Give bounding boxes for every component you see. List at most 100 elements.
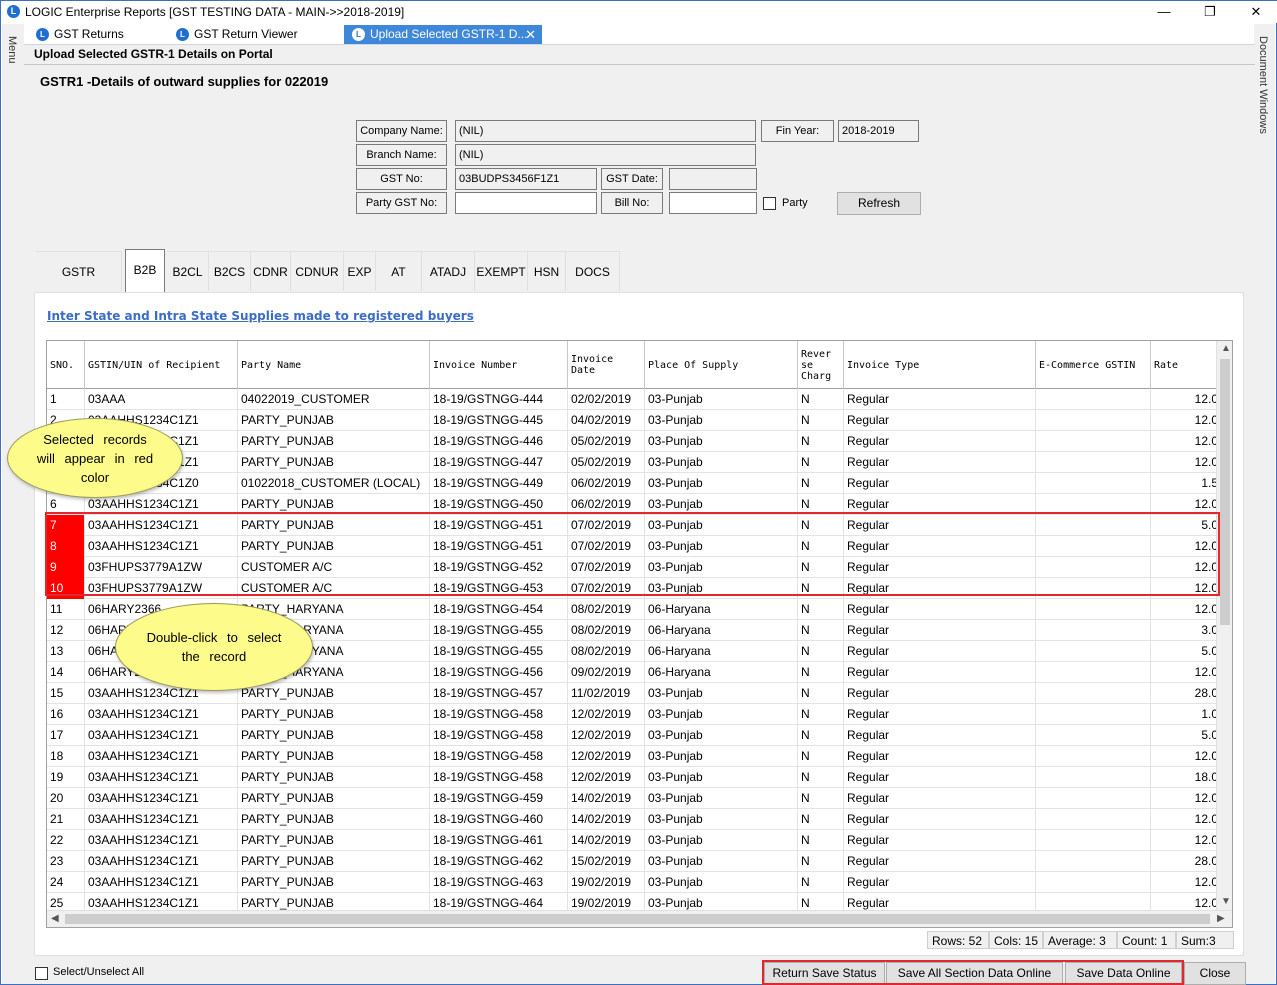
table-cell[interactable]: N [798,452,844,473]
table-cell[interactable]: PARTY_PUNJAB [238,872,430,893]
table-cell[interactable]: 12.0 [1151,746,1221,767]
tab-cdnur[interactable]: CDNUR [291,251,344,291]
table-cell[interactable]: 18-19/GSTNGG-458 [430,746,568,767]
table-cell[interactable]: 13 [47,641,85,662]
table-cell[interactable]: 06-Haryana [645,641,798,662]
table-cell[interactable]: 03-Punjab [645,809,798,830]
table-cell[interactable]: Regular [844,851,1036,872]
table-cell[interactable]: 01022018_CUSTOMER (LOCAL) [238,473,430,494]
document-windows-sidebar[interactable]: Document Windows [1253,24,1275,984]
vertical-scroll-thumb[interactable] [1220,359,1230,625]
table-cell[interactable]: 16 [47,704,85,725]
table-cell[interactable]: 03-Punjab [645,830,798,851]
table-cell[interactable]: N [798,788,844,809]
table-cell[interactable]: Regular [844,788,1036,809]
table-cell[interactable]: 03-Punjab [645,704,798,725]
table-cell[interactable] [1036,410,1151,431]
table-cell[interactable]: 03-Punjab [645,683,798,704]
table-cell[interactable]: 03-Punjab [645,746,798,767]
table-cell[interactable]: 03-Punjab [645,767,798,788]
table-cell[interactable]: 28.0 [1151,851,1221,872]
table-cell[interactable]: 04022019_CUSTOMER [238,389,430,410]
table-cell[interactable] [1036,599,1151,620]
table-cell[interactable]: PARTY_PUNJAB [238,452,430,473]
table-cell[interactable]: Regular [844,809,1036,830]
table-cell[interactable]: 18.0 [1151,767,1221,788]
party-checkbox[interactable] [763,197,776,210]
column-header[interactable]: Invoice Type [844,341,1036,389]
column-header[interactable]: Rate [1151,341,1221,389]
table-row[interactable]: 303AAHHS1234C1Z1PARTY_PUNJAB18-19/GSTNGG… [47,431,1221,452]
table-row[interactable]: 2 03AAHHS1234C1Z1 PARTY_PUNJAB 18-19/GSTNGG… [47,410,1221,431]
column-header[interactable]: SNO. [47,341,85,389]
table-cell[interactable]: 03-Punjab [645,788,798,809]
table-cell[interactable] [1036,788,1151,809]
table-cell[interactable]: 18-19/GSTNGG-455 [430,641,568,662]
restore-button[interactable]: ❐ [1195,2,1225,22]
table-cell[interactable]: 08/02/2019 [568,599,645,620]
table-cell[interactable]: 12/02/2019 [568,746,645,767]
table-cell[interactable]: Regular [844,683,1036,704]
table-cell[interactable]: 5.0 [1151,725,1221,746]
table-cell[interactable]: 15 [47,683,85,704]
tab-b2b[interactable]: B2B [125,249,165,292]
table-cell[interactable]: 03AAHHS1234C1Z1 [85,788,238,809]
table-cell[interactable]: 12.0 [1151,788,1221,809]
table-cell[interactable]: 03-Punjab [645,431,798,452]
table-cell[interactable]: 12.0 [1151,389,1221,410]
vertical-scrollbar[interactable]: ▲ ▼ [1216,341,1232,911]
table-cell[interactable] [1036,473,1151,494]
column-header[interactable]: GSTIN/UIN of Recipient [85,341,238,389]
table-cell[interactable] [1036,746,1151,767]
table-cell[interactable]: 12.0 [1151,452,1221,473]
table-row[interactable]: 19 03AAHHS1234C1Z1 PARTY_PUNJAB 18-19/GSTNG… [47,767,1221,788]
table-cell[interactable]: N [798,830,844,851]
table-cell[interactable]: 03AAHHS1234C1Z1 [85,872,238,893]
table-cell[interactable]: Regular [844,746,1036,767]
table-cell[interactable]: 19 [47,767,85,788]
table-cell[interactable]: 19/02/2019 [568,872,645,893]
table-cell[interactable]: 18-19/GSTNGG-449 [430,473,568,494]
table-cell[interactable]: 02/02/2019 [568,389,645,410]
tab-at[interactable]: AT [376,251,422,291]
table-cell[interactable]: 1.5 [1151,473,1221,494]
table-cell[interactable]: 03AAHHS1234C1Z1 [85,851,238,872]
table-cell[interactable]: N [798,641,844,662]
table-cell[interactable] [1036,851,1151,872]
horizontal-scroll-thumb[interactable] [65,914,1210,924]
table-cell[interactable]: Regular [844,431,1036,452]
table-cell[interactable]: 03-Punjab [645,725,798,746]
column-header[interactable]: Invoice Date [568,341,645,389]
table-cell[interactable]: N [798,389,844,410]
table-cell[interactable]: PARTY_PUNJAB [238,410,430,431]
table-cell[interactable]: PARTY_PUNJAB [238,431,430,452]
table-cell[interactable]: 04/02/2019 [568,410,645,431]
table-cell[interactable]: PARTY_PUNJAB [238,830,430,851]
table-cell[interactable]: 12.0 [1151,830,1221,851]
table-cell[interactable]: 03AAHHS1234C1Z1 [85,767,238,788]
scroll-right-icon[interactable]: ▶ [1217,913,1225,924]
table-cell[interactable] [1036,725,1151,746]
table-cell[interactable] [1036,431,1151,452]
party-gst-no-input[interactable] [455,192,597,214]
bill-no-input[interactable] [669,192,757,214]
table-cell[interactable]: N [798,410,844,431]
table-cell[interactable]: 11 [47,599,85,620]
table-cell[interactable]: 14/02/2019 [568,809,645,830]
table-cell[interactable]: 03-Punjab [645,851,798,872]
table-cell[interactable]: 18-19/GSTNGG-445 [430,410,568,431]
tab-exempt[interactable]: EXEMPT [475,251,528,291]
table-cell[interactable]: PARTY_PUNJAB [238,725,430,746]
table-cell[interactable]: 5.0 [1151,641,1221,662]
table-cell[interactable]: Regular [844,389,1036,410]
table-cell[interactable]: 12.0 [1151,431,1221,452]
tab-gst-returns[interactable]: L GST Returns [24,25,172,44]
table-row[interactable]: 21 03AAHHS1234C1Z1 PARTY_PUNJAB 18-19/GSTNG… [47,809,1221,830]
table-cell[interactable]: PARTY_PUNJAB [238,704,430,725]
scroll-left-icon[interactable]: ◀ [51,913,59,924]
table-cell[interactable]: PARTY_PUNJAB [238,746,430,767]
table-cell[interactable] [1036,872,1151,893]
scroll-down-icon[interactable]: ▼ [1221,896,1231,907]
table-cell[interactable]: 05/02/2019 [568,431,645,452]
table-cell[interactable]: 05/02/2019 [568,452,645,473]
